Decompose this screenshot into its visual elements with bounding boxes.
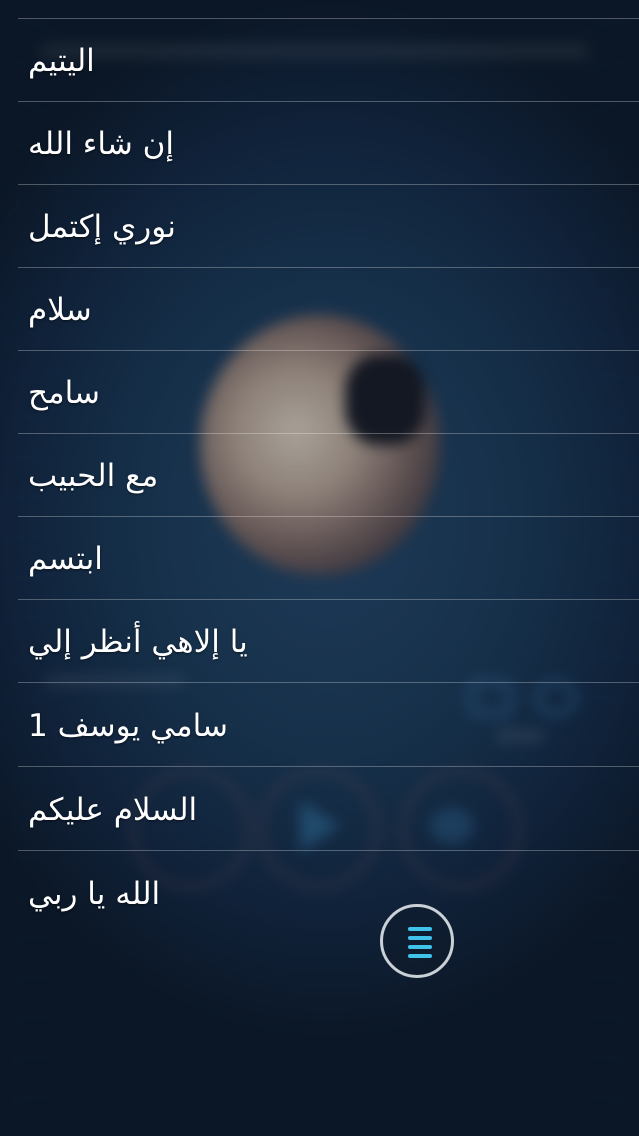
track-title: مع الحبيب	[28, 458, 159, 494]
track-title: اليتيم	[28, 43, 95, 79]
track-title: ابتسم	[28, 541, 103, 577]
track-title: إن شاء الله	[28, 126, 175, 162]
playlist-item[interactable]: يا إلاهي أنظر إلي	[18, 600, 639, 683]
music-player-screen: اليتيم إن شاء الله نوري إكتمل سلام سامح …	[0, 0, 639, 1136]
menu-button[interactable]	[380, 904, 454, 978]
playlist-item[interactable]: مع الحبيب	[18, 434, 639, 517]
playlist-item[interactable]: ابتسم	[18, 517, 639, 600]
track-title: سلام	[28, 292, 92, 328]
track-title: الله يا ربي	[28, 876, 161, 912]
menu-icon-bar	[408, 936, 432, 940]
track-title: نوري إكتمل	[28, 209, 176, 245]
playlist-item[interactable]: نوري إكتمل	[18, 185, 639, 268]
track-title: السلام عليكم	[28, 792, 198, 828]
track-title: سامي يوسف 1	[28, 708, 229, 744]
playlist-item[interactable]: سامي يوسف 1	[18, 684, 639, 767]
menu-icon-bar	[408, 945, 432, 949]
track-title: سامح	[28, 375, 101, 411]
playlist-item[interactable]: سامح	[18, 351, 639, 434]
playlist-item[interactable]: الله يا ربي	[18, 852, 639, 935]
menu-icon	[408, 927, 432, 931]
playlist-item[interactable]: إن شاء الله	[18, 102, 639, 185]
playlist-item[interactable]: السلام عليكم	[18, 768, 639, 851]
track-title: يا إلاهي أنظر إلي	[28, 624, 248, 660]
playlist-item[interactable]: سلام	[18, 268, 639, 351]
menu-icon-bar	[408, 954, 432, 958]
playlist-item[interactable]: اليتيم	[18, 19, 639, 102]
